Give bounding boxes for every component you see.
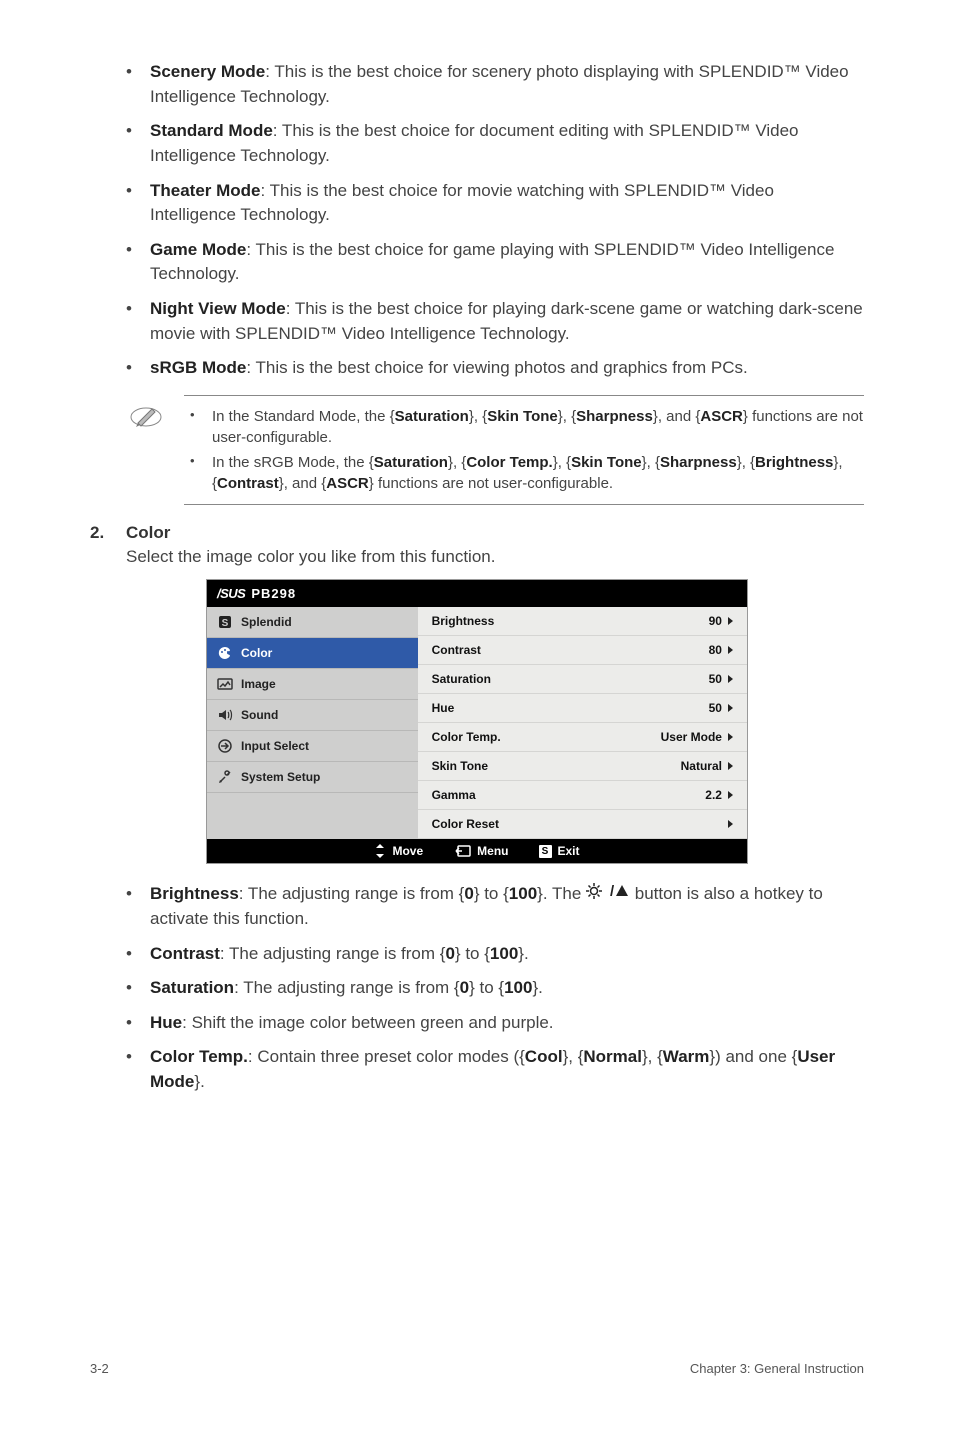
osd-row-contrast[interactable]: Contrast80 — [418, 636, 747, 665]
osd-nav-sound[interactable]: Sound — [207, 700, 418, 731]
palette-icon — [217, 645, 233, 661]
page-footer: 3-2 Chapter 3: General Instruction — [90, 1361, 864, 1376]
section-desc: Select the image color you like from thi… — [126, 547, 864, 567]
osd-titlebar: /SUS PB298 — [207, 580, 747, 607]
mode-desc: : This is the best choice for game playi… — [150, 240, 834, 284]
section-title: Color — [126, 523, 170, 543]
section-heading: 2. Color — [90, 523, 864, 543]
chevron-right-icon — [728, 820, 733, 828]
mode-name: Night View Mode — [150, 299, 286, 318]
osd-nav-input[interactable]: Input Select — [207, 731, 418, 762]
osd-footer-menu: Menu — [453, 844, 508, 858]
list-item: Contrast: The adjusting range is from {0… — [150, 942, 864, 967]
osd-nav-system[interactable]: System Setup — [207, 762, 418, 793]
list-item: Saturation: The adjusting range is from … — [150, 976, 864, 1001]
mode-name: sRGB Mode — [150, 358, 246, 377]
input-icon — [217, 738, 233, 754]
note-item: In the sRGB Mode, the {Saturation}, {Col… — [184, 452, 864, 494]
list-item: sRGB Mode: This is the best choice for v… — [150, 356, 864, 381]
enter-icon — [453, 844, 471, 858]
s-icon: S — [539, 845, 552, 858]
mode-name: Scenery Mode — [150, 62, 265, 81]
osd-row-skintone[interactable]: Skin ToneNatural — [418, 752, 747, 781]
splendid-icon: S — [217, 614, 233, 630]
osd-footer: Move Menu S Exit — [207, 839, 747, 863]
param-list: Brightness: The adjusting range is from … — [90, 882, 864, 1095]
osd-row-gamma[interactable]: Gamma2.2 — [418, 781, 747, 810]
list-item: Hue: Shift the image color between green… — [150, 1011, 864, 1036]
list-item: Scenery Mode: This is the best choice fo… — [150, 60, 864, 109]
mode-name: Theater Mode — [150, 181, 261, 200]
osd-row-colortemp[interactable]: Color Temp.User Mode — [418, 723, 747, 752]
chevron-right-icon — [728, 675, 733, 683]
note-body: In the Standard Mode, the {Saturation}, … — [184, 395, 864, 505]
mode-name: Game Mode — [150, 240, 246, 259]
chevron-right-icon — [728, 791, 733, 799]
page-number: 3-2 — [90, 1361, 109, 1376]
osd-footer-move: Move — [374, 844, 423, 858]
mode-name: Standard Mode — [150, 121, 273, 140]
chapter-title: Chapter 3: General Instruction — [690, 1361, 864, 1376]
chevron-right-icon — [728, 704, 733, 712]
osd-footer-exit: S Exit — [539, 844, 580, 858]
list-item: Color Temp.: Contain three preset color … — [150, 1045, 864, 1094]
svg-text:/: / — [610, 883, 615, 899]
list-item: Night View Mode: This is the best choice… — [150, 297, 864, 346]
osd-row-colorreset[interactable]: Color Reset — [418, 810, 747, 839]
osd-nav-image[interactable]: Image — [207, 669, 418, 700]
chevron-right-icon — [728, 733, 733, 741]
osd-menu: /SUS PB298 S Splendid Color Image — [206, 579, 748, 864]
osd-nav: S Splendid Color Image Sound Input — [207, 607, 418, 839]
list-item: Standard Mode: This is the best choice f… — [150, 119, 864, 168]
chevron-right-icon — [728, 646, 733, 654]
speaker-icon — [217, 707, 233, 723]
osd-row-brightness[interactable]: Brightness90 — [418, 607, 747, 636]
image-icon — [217, 676, 233, 692]
osd-nav-color[interactable]: Color — [207, 638, 418, 669]
osd-model: PB298 — [251, 586, 296, 601]
svg-text:S: S — [222, 618, 229, 629]
osd-row-saturation[interactable]: Saturation50 — [418, 665, 747, 694]
brightness-up-icon: / — [586, 882, 630, 907]
section-number: 2. — [90, 523, 126, 543]
osd-nav-splendid[interactable]: S Splendid — [207, 607, 418, 638]
list-item: Brightness: The adjusting range is from … — [150, 882, 864, 931]
osd-main: Brightness90 Contrast80 Saturation50 Hue… — [418, 607, 747, 839]
list-item: Theater Mode: This is the best choice fo… — [150, 179, 864, 228]
updown-icon — [374, 844, 386, 858]
asus-logo: /SUS — [217, 586, 245, 601]
mode-list: Scenery Mode : This is the best choice fo… — [90, 60, 864, 381]
osd-row-hue[interactable]: Hue50 — [418, 694, 747, 723]
pencil-icon — [130, 395, 174, 438]
chevron-right-icon — [728, 762, 733, 770]
mode-desc: : This is the best choice for viewing ph… — [246, 358, 747, 377]
note-block: In the Standard Mode, the {Saturation}, … — [130, 395, 864, 505]
chevron-right-icon — [728, 617, 733, 625]
note-item: In the Standard Mode, the {Saturation}, … — [184, 406, 864, 448]
list-item: Game Mode: This is the best choice for g… — [150, 238, 864, 287]
tools-icon — [217, 769, 233, 785]
